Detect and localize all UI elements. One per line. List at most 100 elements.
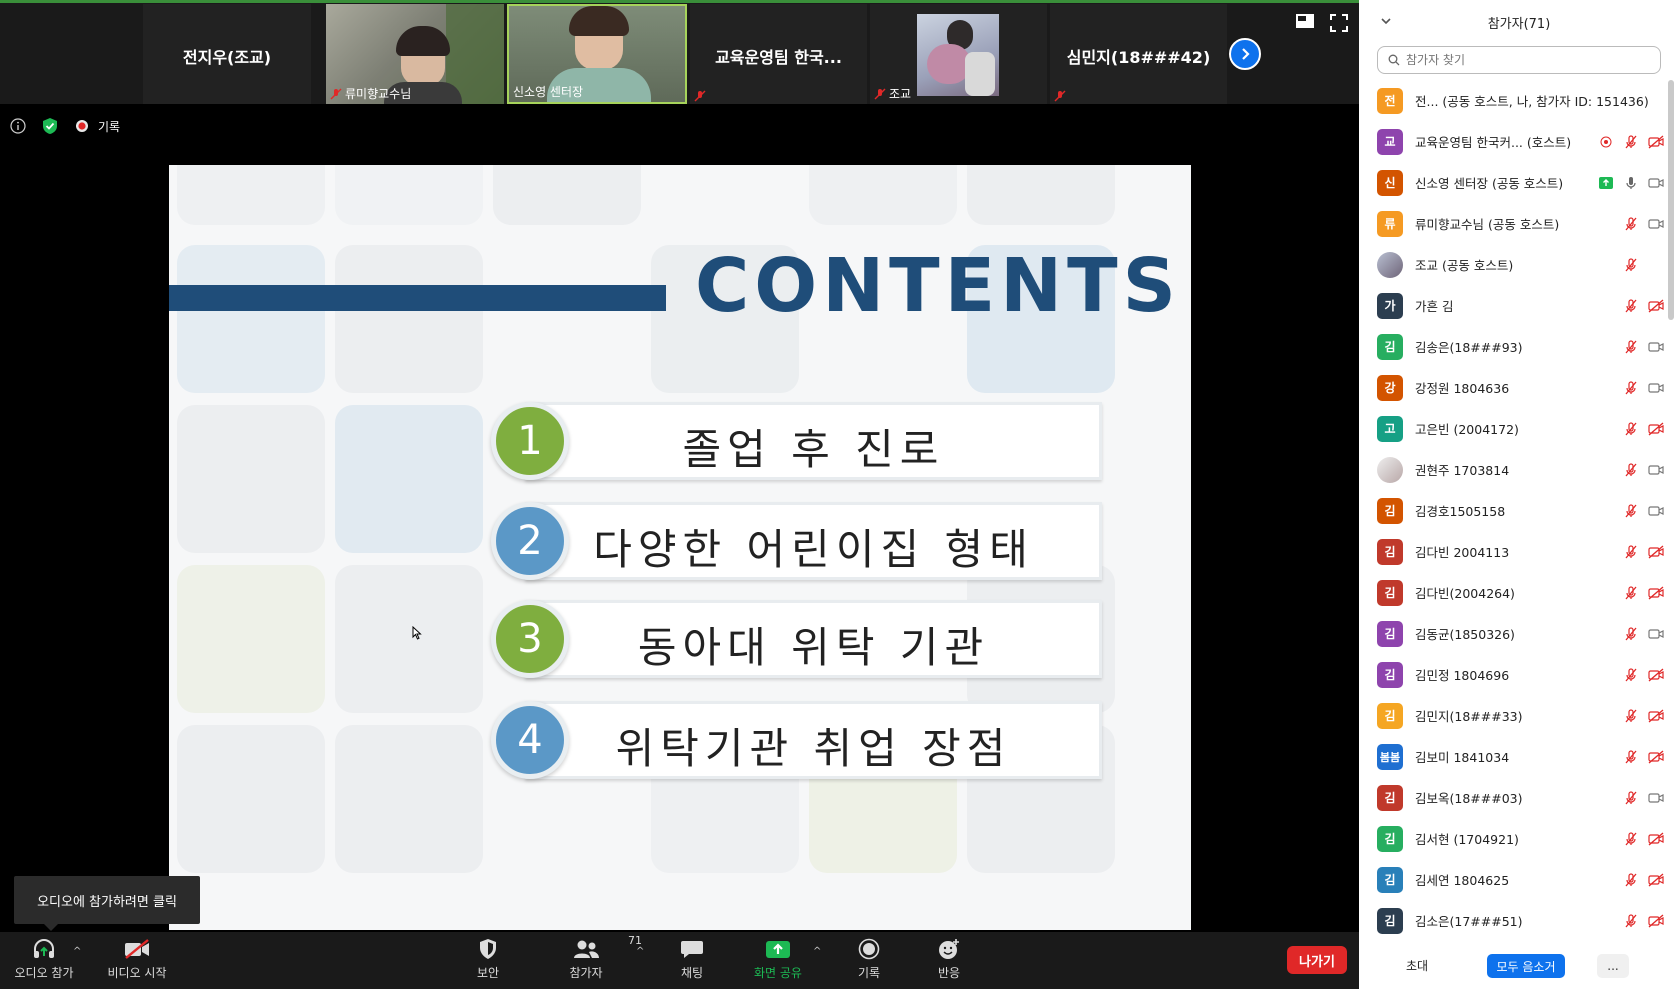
item-text: 위탁기관 취업 장점 xyxy=(615,724,1012,773)
tile-label xyxy=(694,90,706,102)
participants-options-caret[interactable]: ^ xyxy=(636,946,644,957)
participant-row[interactable]: 김 김송은(18###93) xyxy=(1359,326,1664,367)
participant-row[interactable]: 권현주 1703814 xyxy=(1359,449,1664,490)
participant-name: 교육운영팀 한국커... (호스트) xyxy=(1415,135,1572,150)
fullscreen-icon[interactable] xyxy=(1330,14,1348,32)
mic-muted-icon[interactable] xyxy=(1623,503,1639,519)
mic-muted-icon[interactable] xyxy=(1623,339,1639,355)
participant-row[interactable]: 김 김경호1505158 xyxy=(1359,490,1664,531)
video-icon xyxy=(1648,216,1664,232)
participant-status-icons xyxy=(1623,544,1664,560)
scrollbar[interactable] xyxy=(1668,80,1674,320)
participant-name: 고은빈 (2004172) xyxy=(1415,422,1519,437)
mic-muted-icon[interactable] xyxy=(1623,831,1639,847)
participant-name: 조교 (공동 호스트) xyxy=(1415,258,1514,273)
leave-button[interactable]: 나가기 xyxy=(1287,946,1347,974)
participant-row[interactable]: 가 가흔 김 xyxy=(1359,285,1664,326)
info-icon[interactable] xyxy=(8,116,28,136)
participant-name: 전... (공동 호스트, 나, 참가자 ID: 151436) xyxy=(1415,94,1649,109)
record-icon[interactable] xyxy=(72,116,92,136)
share-screen-button[interactable]: 화면 공유 xyxy=(738,936,818,981)
join-audio-button[interactable]: 오디오 참가 xyxy=(4,936,84,981)
participant-status-icons xyxy=(1623,667,1664,683)
toolbar-label: 채팅 xyxy=(680,966,704,980)
security-button[interactable]: 보안 xyxy=(448,936,528,981)
mic-muted-icon xyxy=(874,88,886,99)
headphones-icon xyxy=(34,939,54,958)
mic-muted-icon[interactable] xyxy=(1623,872,1639,888)
record-button[interactable]: 기록 xyxy=(829,936,909,981)
search-input[interactable] xyxy=(1406,53,1646,67)
shield-icon[interactable] xyxy=(40,116,60,136)
participant-name: 강정원 1804636 xyxy=(1415,381,1510,396)
tile-shinsoyoung[interactable]: 신소영 센터장 xyxy=(507,4,687,104)
participant-row[interactable]: 김 김민정 1804696 xyxy=(1359,654,1664,695)
video-off-icon xyxy=(125,939,149,959)
reactions-button[interactable]: 반응 xyxy=(909,936,989,981)
gallery-next-button[interactable] xyxy=(1229,38,1261,70)
tile-simminji[interactable]: 심민지(18###42) xyxy=(1050,4,1227,104)
view-layout-icon[interactable] xyxy=(1296,14,1314,28)
mic-muted-icon[interactable] xyxy=(1623,749,1639,765)
mic-muted-icon[interactable] xyxy=(1623,585,1639,601)
tile-eduteam[interactable]: 교육운영팀 한국... xyxy=(690,4,867,104)
mic-muted-icon[interactable] xyxy=(1623,913,1639,929)
toolbar-label: 보안 xyxy=(476,966,500,980)
participant-row[interactable]: 전 전... (공동 호스트, 나, 참가자 ID: 151436) xyxy=(1359,80,1664,121)
participant-row[interactable]: 김 김다빈 2004113 xyxy=(1359,531,1664,572)
mic-muted-icon[interactable] xyxy=(1623,708,1639,724)
chevron-down-icon[interactable] xyxy=(1379,14,1393,28)
contents-item-1: 졸업 후 진로 1 xyxy=(491,400,1104,482)
contents-item-4: 위탁기관 취업 장점 4 xyxy=(491,699,1104,781)
participant-status-icons xyxy=(1623,503,1664,519)
participant-name: 류미향교수님 (공동 호스트) xyxy=(1415,217,1560,232)
more-button[interactable]: ... xyxy=(1597,954,1629,978)
participant-row[interactable]: 조교 (공동 호스트) xyxy=(1359,244,1664,285)
participant-row[interactable]: 김 김다빈(2004264) xyxy=(1359,572,1664,613)
participant-row[interactable]: 김 김민지(18###33) xyxy=(1359,695,1664,736)
mic-muted-icon[interactable] xyxy=(1623,216,1639,232)
mic-muted-icon[interactable] xyxy=(1623,544,1639,560)
participant-row[interactable]: 봄봄 김보미 1841034 xyxy=(1359,736,1664,777)
participant-status-icons xyxy=(1623,749,1664,765)
participant-row[interactable]: 고 고은빈 (2004172) xyxy=(1359,408,1664,449)
participant-status-icons xyxy=(1623,216,1664,232)
record-icon xyxy=(1598,134,1614,150)
participant-row[interactable]: 김 김동균(1850326) xyxy=(1359,613,1664,654)
participant-name: 김다빈 2004113 xyxy=(1415,545,1510,560)
shield-icon xyxy=(480,939,496,959)
participant-row[interactable]: 김 김서현 (1704921) xyxy=(1359,818,1664,859)
avatar: 강 xyxy=(1377,374,1403,401)
panel-header: 참가자(71) xyxy=(1359,0,1679,44)
tile-jogyo[interactable]: 조교 xyxy=(870,4,1047,104)
participant-row[interactable]: 김 김소은(17###51) xyxy=(1359,900,1664,935)
mic-muted-icon[interactable] xyxy=(1623,421,1639,437)
chat-button[interactable]: 채팅 xyxy=(652,936,732,981)
participant-row[interactable]: 김 김보옥(18###03) xyxy=(1359,777,1664,818)
mic-muted-icon[interactable] xyxy=(1623,667,1639,683)
shared-screen-slide: CONTENTS 졸업 후 진로 1 다양한 어린이집 형태 2 동아대 위탁 … xyxy=(169,165,1191,930)
mic-muted-icon[interactable] xyxy=(1623,462,1639,478)
participants-button[interactable]: 71 참가자 xyxy=(546,934,642,981)
participant-row[interactable]: 교 교육운영팀 한국커... (호스트) xyxy=(1359,121,1664,162)
mute-all-button[interactable]: 모두 음소거 xyxy=(1487,954,1565,978)
mic-muted-icon[interactable] xyxy=(1623,790,1639,806)
mic-muted-icon[interactable] xyxy=(1623,626,1639,642)
start-video-button[interactable]: 비디오 시작 xyxy=(97,936,177,981)
share-options-caret[interactable]: ^ xyxy=(813,946,821,957)
mic-icon[interactable] xyxy=(1623,175,1639,191)
participant-row[interactable]: 김 김세연 1804625 xyxy=(1359,859,1664,900)
participant-search[interactable] xyxy=(1377,46,1661,74)
mic-muted-icon[interactable] xyxy=(1623,257,1639,273)
invite-button[interactable]: 초대 xyxy=(1399,952,1435,978)
mic-muted-icon[interactable] xyxy=(1623,380,1639,396)
participant-row[interactable]: 강 강정원 1804636 xyxy=(1359,367,1664,408)
audio-options-caret[interactable]: ^ xyxy=(73,946,81,957)
participant-name: 김서현 (1704921) xyxy=(1415,832,1519,847)
participant-row[interactable]: 류 류미향교수님 (공동 호스트) xyxy=(1359,203,1664,244)
tile-jeonjiwoo[interactable]: 전지우(조교) xyxy=(143,4,311,104)
tile-ryumihyang[interactable]: 류미향교수님 xyxy=(326,4,504,104)
mic-muted-icon[interactable] xyxy=(1623,298,1639,314)
mic-muted-icon[interactable] xyxy=(1623,134,1639,150)
participant-row[interactable]: 신 신소영 센터장 (공동 호스트) xyxy=(1359,162,1664,203)
